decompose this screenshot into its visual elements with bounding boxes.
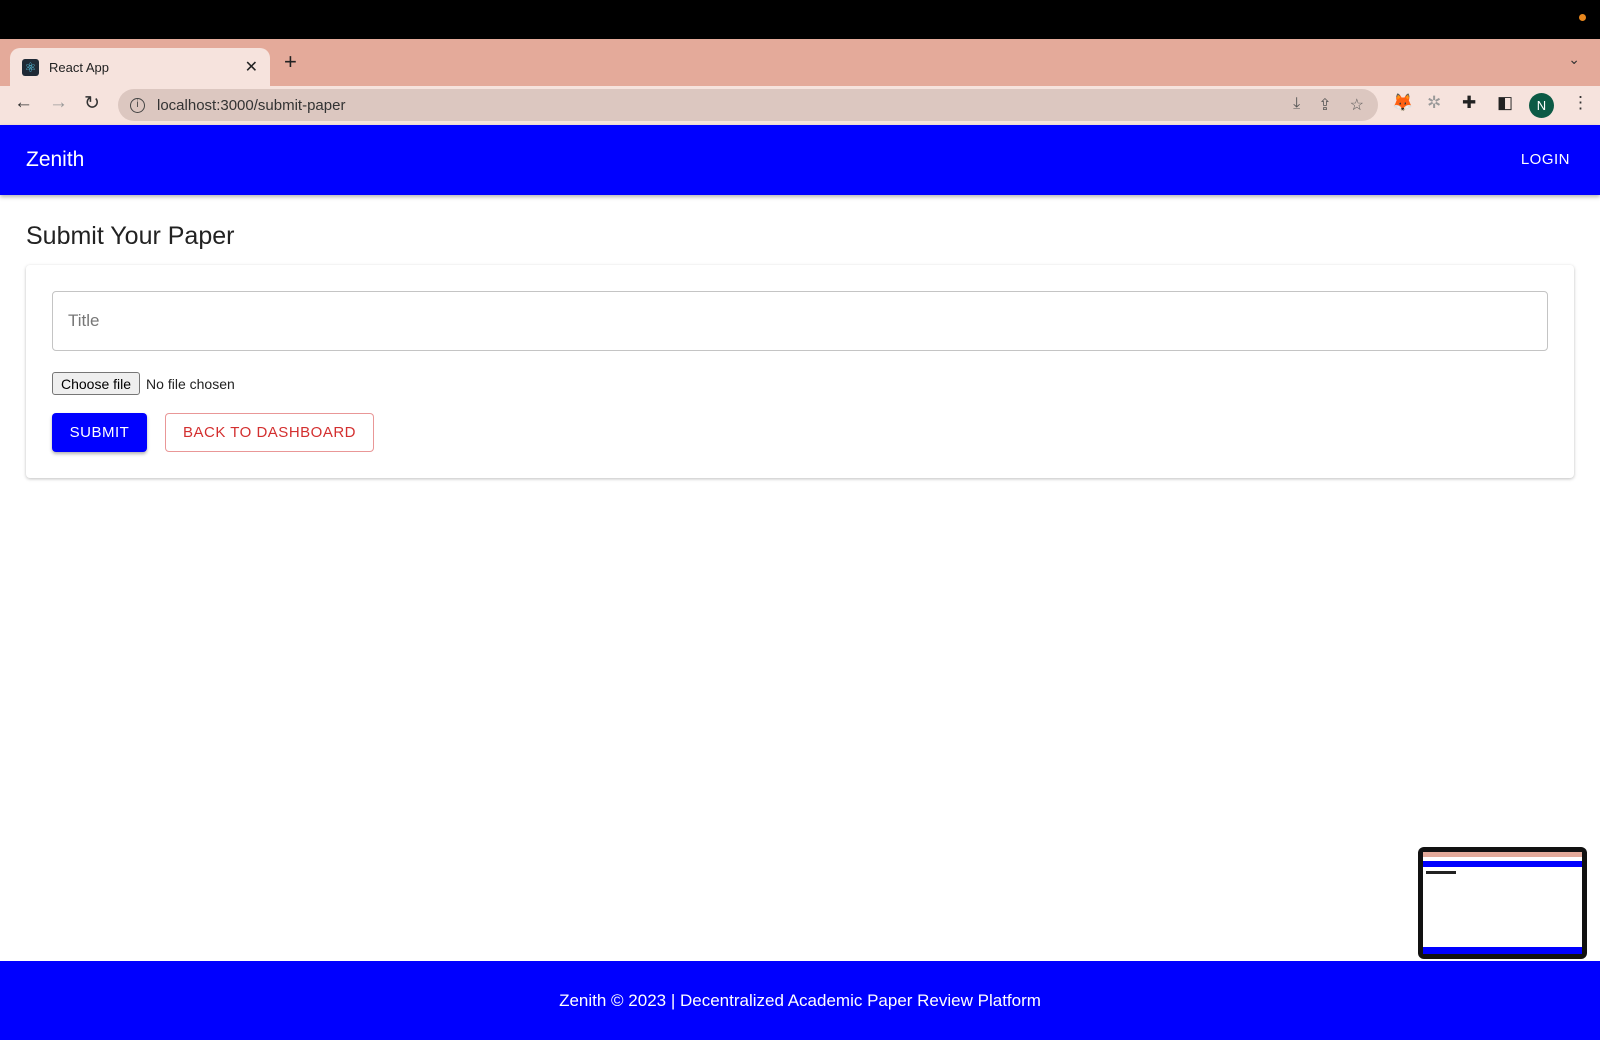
footer-text: Zenith © 2023 | Decentralized Academic P…: [559, 991, 1041, 1010]
choose-file-button[interactable]: Choose file: [52, 372, 141, 395]
app-bar: Zenith LOGIN: [0, 125, 1600, 195]
browser-tab[interactable]: ⚛ React App ✕: [10, 48, 270, 86]
metamask-icon[interactable]: 🦊: [1392, 93, 1413, 113]
footer: Zenith © 2023 | Decentralized Academic P…: [0, 961, 1600, 1040]
tab-title: React App: [49, 59, 109, 75]
chevron-down-icon[interactable]: ⌄: [1568, 51, 1580, 68]
submit-paper-form: Choose file No file chosen SUBMIT BACK T…: [26, 265, 1574, 478]
tab-strip: ⚛ React App ✕ + ⌄: [0, 39, 1600, 86]
react-favicon-icon: ⚛: [22, 58, 39, 76]
share-icon[interactable]: ⇪: [1318, 95, 1331, 115]
file-status: No file chosen: [146, 375, 235, 392]
file-input[interactable]: Choose file No file chosen: [52, 372, 235, 395]
address-bar[interactable]: i localhost:3000/submit-paper ⤓ ⇪ ☆: [118, 89, 1378, 121]
plus-icon[interactable]: +: [284, 49, 297, 75]
reload-icon[interactable]: ↻: [84, 92, 100, 115]
brand-logo[interactable]: Zenith: [26, 148, 84, 172]
url-text[interactable]: localhost:3000/submit-paper: [157, 97, 345, 114]
title-input[interactable]: [52, 291, 1548, 351]
recording-indicator: [1579, 14, 1586, 21]
close-icon[interactable]: ✕: [245, 57, 258, 77]
submit-button[interactable]: SUBMIT: [52, 413, 147, 452]
info-icon[interactable]: i: [130, 97, 145, 113]
star-icon[interactable]: ☆: [1350, 95, 1364, 115]
sidepanel-icon[interactable]: ◧: [1497, 93, 1513, 113]
back-to-dashboard-button[interactable]: BACK TO DASHBOARD: [165, 413, 374, 452]
screen-top-bar: [0, 0, 1600, 39]
extension-bug-icon[interactable]: ✲: [1427, 93, 1441, 113]
browser-toolbar: ← → ↻ i localhost:3000/submit-paper ⤓ ⇪ …: [0, 86, 1600, 125]
screenshot-preview-thumbnail[interactable]: [1418, 847, 1587, 959]
kebab-menu-icon[interactable]: ⋮: [1572, 93, 1589, 113]
login-button[interactable]: LOGIN: [1521, 151, 1570, 168]
page-title: Submit Your Paper: [26, 222, 235, 250]
profile-avatar[interactable]: N: [1529, 93, 1554, 118]
install-icon[interactable]: ⤓: [1293, 95, 1300, 115]
puzzle-icon[interactable]: ✚: [1462, 93, 1476, 113]
forward-icon[interactable]: →: [49, 92, 68, 114]
back-icon[interactable]: ←: [14, 92, 33, 114]
